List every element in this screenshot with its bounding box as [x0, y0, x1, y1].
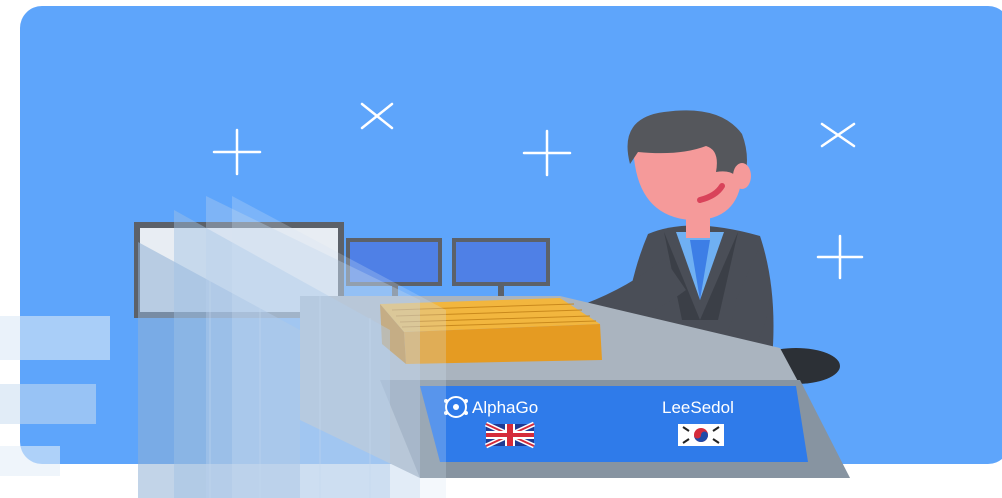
player-banner: AlphaGo LeeSedol: [420, 386, 808, 462]
korea-flag-icon: [678, 424, 724, 446]
alphago-vs-lee-sedol-illustration: AlphaGo LeeSedol: [0, 6, 1002, 498]
uk-flag-icon: [484, 421, 536, 449]
player-name-alphago: AlphaGo: [472, 398, 538, 417]
player-name-leesedol: LeeSedol: [662, 398, 734, 417]
